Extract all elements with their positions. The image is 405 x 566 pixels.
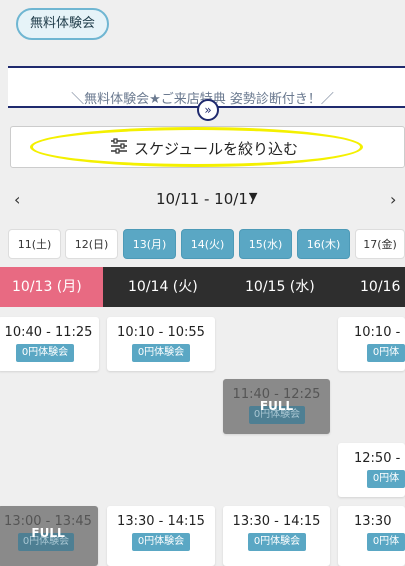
day-button-12[interactable]: 12(日) xyxy=(65,229,118,259)
slot-time: 10:10 - xyxy=(354,325,401,340)
slot-badge: 0円体 xyxy=(367,470,405,488)
slot-time: 10:40 - 11:25 xyxy=(4,325,93,340)
day-button-11[interactable]: 11(土) xyxy=(8,229,61,259)
day-button-14[interactable]: 14(火) xyxy=(181,229,234,259)
week-range[interactable]: 10/11 - 10/17 xyxy=(156,190,257,208)
prev-week-arrow-icon[interactable]: ‹ xyxy=(14,190,20,209)
next-week-arrow-icon[interactable]: › xyxy=(390,190,396,209)
day-button-16[interactable]: 16(木) xyxy=(297,229,350,259)
double-chevron-down-icon[interactable]: » xyxy=(197,99,219,121)
slot-time: 13:30 - 14:15 xyxy=(232,514,321,529)
dropdown-arrow-icon[interactable]: ▼ xyxy=(249,190,257,203)
slot-badge: 0円体験会 xyxy=(132,344,190,362)
slot-card[interactable]: 10:10 - 10:55 0円体験会 xyxy=(107,317,215,371)
slot-card[interactable]: 10:10 - 0円体 xyxy=(338,317,405,371)
full-label: FULL xyxy=(31,526,65,540)
column-header-bar: 10/14 (火) 10/15 (水) 10/16 ( xyxy=(103,267,405,307)
slot-card-full: 13:00 - 13:45 0円体験会 FULL xyxy=(0,506,98,566)
slot-card[interactable]: 12:50 - 0円体 xyxy=(338,443,405,497)
slot-card[interactable]: 13:30 0円体 xyxy=(338,506,405,566)
header-date-16: 10/16 ( xyxy=(360,279,405,295)
header-date-14: 10/14 (火) xyxy=(128,279,198,295)
slot-time: 13:30 xyxy=(354,514,392,529)
slot-card[interactable]: 10:40 - 11:25 0円体験会 xyxy=(0,317,99,371)
day-button-15[interactable]: 15(水) xyxy=(239,229,292,259)
slot-card-full: 11:40 - 12:25 0円体験会 FULL xyxy=(223,379,330,434)
slot-time: 10:10 - 10:55 xyxy=(117,325,205,340)
column-header-active: 10/13 (月) xyxy=(0,267,103,307)
day-button-13[interactable]: 13(月) xyxy=(123,229,176,259)
day-button-17[interactable]: 17(金) xyxy=(355,229,405,259)
header-date-15: 10/15 (水) xyxy=(245,279,315,295)
slot-time: 13:30 - 14:15 xyxy=(117,514,205,529)
full-label: FULL xyxy=(259,399,294,413)
slot-badge: 0円体験会 xyxy=(16,344,74,362)
slot-badge: 0円体 xyxy=(367,533,405,551)
slot-badge: 0円体 xyxy=(367,344,405,362)
slot-badge: 0円体験会 xyxy=(248,533,306,551)
slot-badge: 0円体験会 xyxy=(132,533,190,551)
category-tag[interactable]: 無料体験会 xyxy=(16,8,110,40)
filter-label: スケジュールを絞り込む xyxy=(134,140,298,158)
header-date-13: 10/13 (月) xyxy=(12,279,82,295)
slot-card[interactable]: 13:30 - 14:15 0円体験会 xyxy=(107,506,215,566)
sliders-icon xyxy=(111,138,127,154)
slot-time: 12:50 - xyxy=(354,451,401,466)
slot-card[interactable]: 13:30 - 14:15 0円体験会 xyxy=(223,506,330,566)
